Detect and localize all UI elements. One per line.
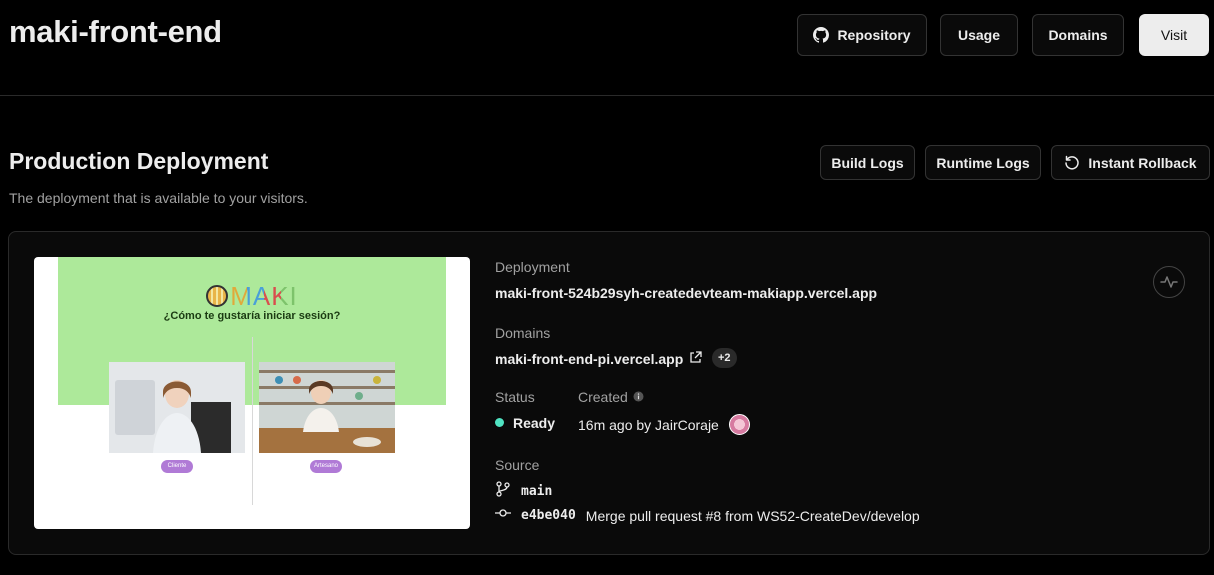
deployment-url-link[interactable]: maki-front-524b29syh-createdevteam-makia… <box>495 285 877 301</box>
domains-button[interactable]: Domains <box>1032 14 1124 56</box>
domains-label-detail: Domains <box>495 325 551 341</box>
runtime-logs-button[interactable]: Runtime Logs <box>925 145 1041 180</box>
external-link-icon <box>689 351 702 367</box>
section-subtitle: The deployment that is available to your… <box>9 190 308 206</box>
commit-icon <box>495 505 511 526</box>
maki-logo-icon <box>206 285 229 307</box>
repository-button[interactable]: Repository <box>797 14 927 56</box>
branch-icon <box>495 481 511 502</box>
visit-button[interactable]: Visit <box>1139 14 1209 56</box>
source-label: Source <box>495 457 540 473</box>
preview-logo-word: MAKI <box>230 281 298 311</box>
build-logs-label: Build Logs <box>831 154 904 171</box>
instant-rollback-button[interactable]: Instant Rollback <box>1051 145 1210 180</box>
activity-icon[interactable] <box>1153 266 1185 298</box>
created-value: 16m ago by JairCoraje <box>578 417 719 433</box>
runtime-logs-label: Runtime Logs <box>936 154 1030 171</box>
status-label: Status <box>495 389 535 405</box>
domains-extra-badge[interactable]: +2 <box>712 348 737 368</box>
commit-hash: e4be040 <box>521 508 576 523</box>
preview-photo-client <box>109 362 245 453</box>
branch-name: main <box>521 484 553 499</box>
status-value: Ready <box>513 415 556 431</box>
domain-url: maki-front-end-pi.vercel.app <box>495 351 684 367</box>
usage-button[interactable]: Usage <box>940 14 1018 56</box>
info-icon[interactable] <box>633 389 644 405</box>
github-icon <box>813 27 830 43</box>
preview-question: ¿Cómo te gustaría iniciar sesión? <box>163 310 341 322</box>
source-commit[interactable]: e4be040 Merge pull request #8 from WS52-… <box>495 505 920 526</box>
avatar[interactable] <box>729 414 750 435</box>
usage-label: Usage <box>957 27 1001 43</box>
preview-logo-text: MAKI <box>230 283 298 309</box>
instant-rollback-label: Instant Rollback <box>1088 154 1197 171</box>
commit-message: Merge pull request #8 from WS52-CreateDe… <box>585 507 920 524</box>
source-branch[interactable]: main <box>495 481 552 502</box>
created-label: Created <box>578 389 628 405</box>
repository-label: Repository <box>837 27 911 43</box>
deployment-preview[interactable]: MAKI ¿Cómo te gustaría iniciar sesión? C… <box>34 257 470 529</box>
preview-photo-artisan <box>259 362 395 453</box>
rollback-icon <box>1064 155 1080 171</box>
deployment-label: Deployment <box>495 259 570 275</box>
visit-label: Visit <box>1160 27 1188 43</box>
project-title: maki-front-end <box>9 14 222 49</box>
build-logs-button[interactable]: Build Logs <box>820 145 915 180</box>
domain-link[interactable]: maki-front-end-pi.vercel.app <box>495 351 702 367</box>
status-dot <box>495 418 504 427</box>
preview-artisan-button: Artesano <box>310 460 342 473</box>
preview-client-button: Cliente <box>161 460 193 473</box>
created-label-group: Created <box>578 389 644 405</box>
preview-divider <box>252 337 253 505</box>
preview-logo: MAKI <box>34 283 470 309</box>
domains-label: Domains <box>1048 27 1108 43</box>
section-title: Production Deployment <box>9 148 269 174</box>
